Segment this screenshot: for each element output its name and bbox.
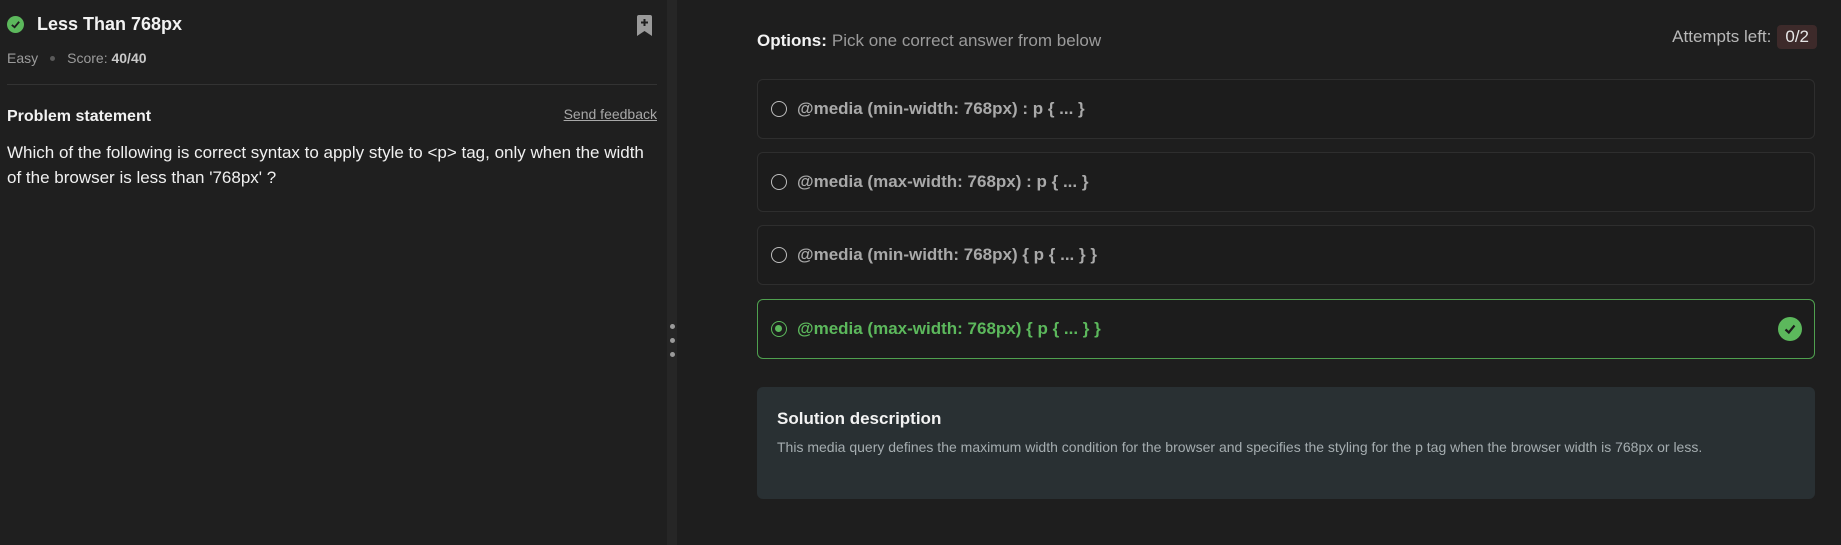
score-label: Score: [67, 50, 108, 66]
option-text: @media (min-width: 768px) { p { ... } } [797, 245, 1097, 264]
difficulty-label: Easy [7, 50, 39, 66]
separator-dot [50, 55, 56, 61]
option-3[interactable]: @media (min-width: 768px) { p { ... } } [757, 225, 1815, 285]
radio-icon[interactable] [771, 174, 787, 190]
attempts-left: Attempts left: 0/2 [1672, 25, 1817, 49]
drag-handle-icon [670, 324, 675, 329]
option-2[interactable]: @media (max-width: 768px) : p { ... } [757, 152, 1815, 212]
drag-handle-dot [670, 352, 675, 357]
option-text: @media (max-width: 768px) : p { ... } [797, 172, 1089, 191]
options-label-bold: Options: [757, 31, 827, 50]
divider-line [7, 84, 657, 85]
attempts-label: Attempts left: [1672, 27, 1772, 46]
option-text: @media (max-width: 768px) { p { ... } } [797, 319, 1101, 338]
options-panel: Options: Pick one correct answer from bel… [677, 0, 1841, 545]
option-1[interactable]: @media (min-width: 768px) : p { ... } [757, 79, 1815, 139]
solved-check-icon [7, 16, 24, 33]
option-text: @media (min-width: 768px) : p { ... } [797, 99, 1085, 118]
option-4[interactable]: @media (max-width: 768px) { p { ... } } [757, 299, 1815, 359]
problem-title: Less Than 768px [37, 14, 183, 34]
radio-icon[interactable] [771, 101, 787, 117]
correct-check-icon [1778, 317, 1802, 341]
panel-resize-handle[interactable] [667, 0, 677, 545]
options-label-text: Pick one correct answer from below [831, 31, 1102, 50]
title-row: Less Than 768px [7, 14, 182, 35]
question-text: Which of the following is correct syntax… [7, 143, 644, 187]
send-feedback-link[interactable]: Send feedback [564, 106, 657, 122]
bookmark-add-icon[interactable] [636, 15, 653, 36]
radio-icon[interactable] [771, 247, 787, 263]
problem-statement-heading: Problem statement [7, 108, 152, 125]
solution-description: Solution description This media query de… [757, 387, 1815, 499]
problem-meta: Easy Score: 40/40 [7, 50, 147, 66]
radio-selected-icon[interactable] [771, 321, 787, 337]
attempts-badge: 0/2 [1777, 25, 1817, 49]
drag-handle-dot [670, 338, 675, 343]
solution-text: This media query defines the maximum wid… [777, 439, 1703, 455]
options-heading: Options: Pick one correct answer from bel… [757, 31, 1101, 51]
problem-panel: Less Than 768px Easy Score: 40/40 Proble… [0, 0, 667, 545]
score-value: 40/40 [111, 50, 147, 66]
solution-title: Solution description [777, 409, 942, 428]
